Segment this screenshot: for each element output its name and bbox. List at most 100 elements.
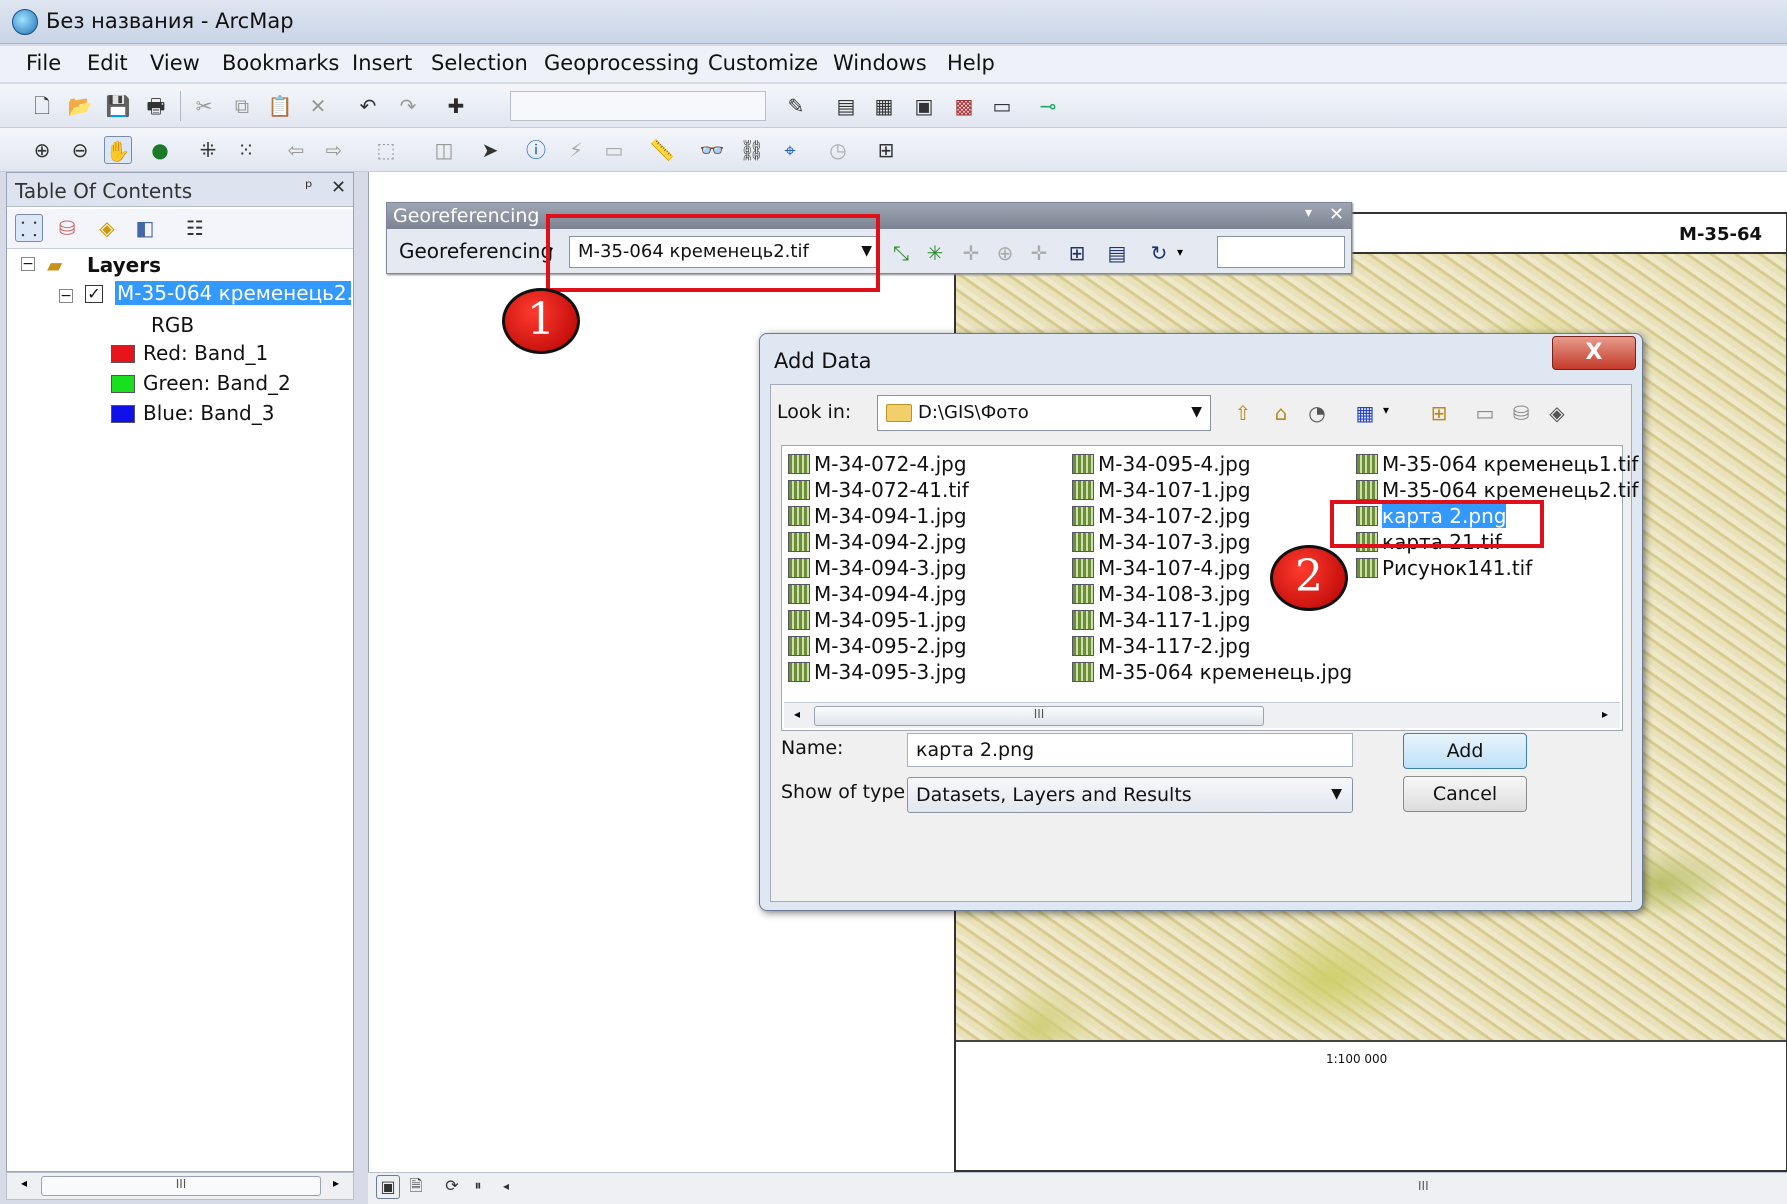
connect-to-folder-icon[interactable]: ◔ [1303, 399, 1331, 427]
close-icon[interactable]: ✕ [331, 177, 346, 198]
pan-icon[interactable]: ✋ [104, 136, 132, 164]
new-folder-icon[interactable]: ⊞ [1425, 399, 1453, 427]
create-viewer-window-icon[interactable]: ⊞ [872, 136, 900, 164]
identify-icon[interactable]: ⓘ [522, 136, 550, 164]
list-item[interactable]: M-34-107-1.jpg [1072, 478, 1251, 504]
print-icon[interactable]: 🖶 [142, 92, 170, 120]
file-list-scrollbar[interactable]: ◂ III ▸ [784, 702, 1620, 728]
layers-group-label[interactable]: Layers [87, 253, 161, 277]
list-item[interactable]: M-34-072-41.tif [788, 478, 969, 504]
undo-icon[interactable]: ↶ [354, 92, 382, 120]
list-item[interactable]: M-34-095-1.jpg [788, 608, 967, 634]
select-link-icon[interactable]: ✛ [957, 239, 985, 267]
clear-selection-icon[interactable]: ◫ [430, 136, 458, 164]
list-item[interactable]: M-34-095-4.jpg [1072, 452, 1251, 478]
python-window-icon[interactable]: ▭ [988, 92, 1016, 120]
list-by-visibility-icon[interactable]: ◈ [93, 214, 121, 242]
new-document-icon[interactable]: 🗋 [28, 92, 56, 120]
dialog-close-button[interactable]: X [1552, 336, 1636, 370]
redo-icon[interactable]: ↷ [394, 92, 422, 120]
georeferencing-menu[interactable]: Georeferencing [399, 239, 553, 263]
list-item[interactable]: M-34-094-2.jpg [788, 530, 967, 556]
show-of-type-combo[interactable]: Datasets, Layers and Results ▼ [907, 777, 1353, 813]
scroll-left-icon[interactable]: ◂ [494, 1175, 518, 1199]
model-builder-icon[interactable]: ⊸ [1034, 92, 1062, 120]
html-popup-icon[interactable]: ▭ [600, 136, 628, 164]
scroll-left-icon[interactable]: ◂ [794, 707, 800, 721]
list-item[interactable]: M-34-094-1.jpg [788, 504, 967, 530]
layout-view-icon[interactable]: 🗎 [404, 1175, 428, 1199]
paste-icon[interactable]: 📋 [266, 92, 294, 120]
toc-horizontal-scrollbar[interactable]: ◂ III ▸ [6, 1172, 354, 1200]
rotation-input[interactable] [1217, 236, 1345, 268]
list-item[interactable]: M-34-094-4.jpg [788, 582, 967, 608]
menu-selection[interactable]: Selection [431, 51, 528, 75]
catalog-folder-icon[interactable]: ▭ [1471, 399, 1499, 427]
list-item[interactable]: M-34-072-4.jpg [788, 452, 967, 478]
arctoolbox-icon[interactable]: ▩ [950, 92, 978, 120]
toolbox-icon[interactable]: ◈ [1543, 399, 1571, 427]
select-elements-icon[interactable]: ➤ [476, 136, 504, 164]
up-one-level-icon[interactable]: ⇧ [1229, 399, 1257, 427]
list-item[interactable]: M-34-107-3.jpg [1072, 530, 1251, 556]
catalog-icon[interactable]: ▦ [870, 92, 898, 120]
delete-link-icon[interactable]: ✛ [1025, 239, 1053, 267]
select-features-icon[interactable]: ⬚ [372, 136, 400, 164]
look-in-combo[interactable]: D:\GIS\Фото ▼ [877, 395, 1211, 431]
scale-combo[interactable] [510, 91, 766, 121]
chevron-down-icon[interactable]: ▾ [1305, 205, 1312, 221]
find-route-icon[interactable]: ⛓ [738, 136, 766, 164]
layers-collapse-toggle[interactable]: − [21, 257, 35, 271]
refresh-icon[interactable]: ⟳ [440, 1175, 464, 1199]
list-by-drawing-order-icon[interactable]: ⸬ [15, 214, 43, 242]
forward-extent-icon[interactable]: ⇨ [320, 136, 348, 164]
add-data-icon[interactable]: ✚ [442, 92, 470, 120]
scroll-right-icon[interactable]: ▸ [1602, 707, 1608, 721]
go-to-xy-icon[interactable]: ⌖ [776, 136, 804, 164]
map-scroll-grip[interactable]: III [1418, 1179, 1429, 1193]
zoom-out-icon[interactable]: ⊖ [66, 136, 94, 164]
viewer-icon[interactable]: ⊞ [1063, 239, 1091, 267]
menu-help[interactable]: Help [947, 51, 995, 75]
options-icon[interactable]: ☷ [181, 214, 209, 242]
auto-registration-icon[interactable]: ✳ [921, 239, 949, 267]
measure-icon[interactable]: 📏 [648, 136, 676, 164]
menu-bookmarks[interactable]: Bookmarks [222, 51, 339, 75]
list-item[interactable]: M-34-117-1.jpg [1072, 608, 1251, 634]
chevron-down-icon[interactable]: ▾ [1177, 245, 1183, 259]
file-list-scroll-thumb[interactable]: III [814, 706, 1264, 726]
fixed-zoom-out-icon[interactable]: ⁙ [232, 136, 260, 164]
zoom-to-link-icon[interactable]: ⊕ [991, 239, 1019, 267]
list-item[interactable]: M-35-064 кременець.jpg [1072, 660, 1352, 686]
editor-toolbar-icon[interactable]: ✎ [782, 92, 810, 120]
views-icon[interactable]: ▦ [1351, 399, 1379, 427]
list-item[interactable]: M-34-107-2.jpg [1072, 504, 1251, 530]
pause-drawing-icon[interactable]: ⏸ [466, 1175, 490, 1199]
list-item[interactable]: M-34-095-3.jpg [788, 660, 967, 686]
back-extent-icon[interactable]: ⇦ [282, 136, 310, 164]
fixed-zoom-in-icon[interactable]: ⁜ [194, 136, 222, 164]
add-button[interactable]: Add [1403, 733, 1527, 769]
scroll-right-icon[interactable]: ▸ [333, 1176, 339, 1190]
layer-collapse-toggle[interactable]: − [59, 289, 73, 303]
list-by-selection-icon[interactable]: ◧ [131, 214, 159, 242]
database-icon[interactable]: ⛁ [1507, 399, 1535, 427]
menu-file[interactable]: File [26, 51, 61, 75]
delete-icon[interactable]: ✕ [304, 92, 332, 120]
list-item[interactable]: Рисунок141.tif [1356, 556, 1532, 582]
scroll-left-icon[interactable]: ◂ [21, 1176, 27, 1190]
chevron-down-icon[interactable]: ▼ [1331, 786, 1342, 802]
close-icon[interactable]: ✕ [1329, 204, 1344, 225]
toc-scroll-thumb[interactable]: III [41, 1176, 321, 1196]
name-input[interactable]: карта 2.png [907, 733, 1353, 767]
time-slider-icon[interactable]: ◷ [824, 136, 852, 164]
copy-icon[interactable]: ⧉ [228, 92, 256, 120]
list-item[interactable]: M-34-095-2.jpg [788, 634, 967, 660]
search-window-icon[interactable]: ▣ [910, 92, 938, 120]
menu-geoprocessing[interactable]: Geoprocessing [544, 51, 699, 75]
list-item[interactable]: M-35-064 кременець1.tif [1356, 452, 1638, 478]
cut-icon[interactable]: ✂ [190, 92, 218, 120]
list-item[interactable]: M-34-094-3.jpg [788, 556, 967, 582]
menu-edit[interactable]: Edit [87, 51, 128, 75]
table-of-contents-icon[interactable]: ▤ [832, 92, 860, 120]
